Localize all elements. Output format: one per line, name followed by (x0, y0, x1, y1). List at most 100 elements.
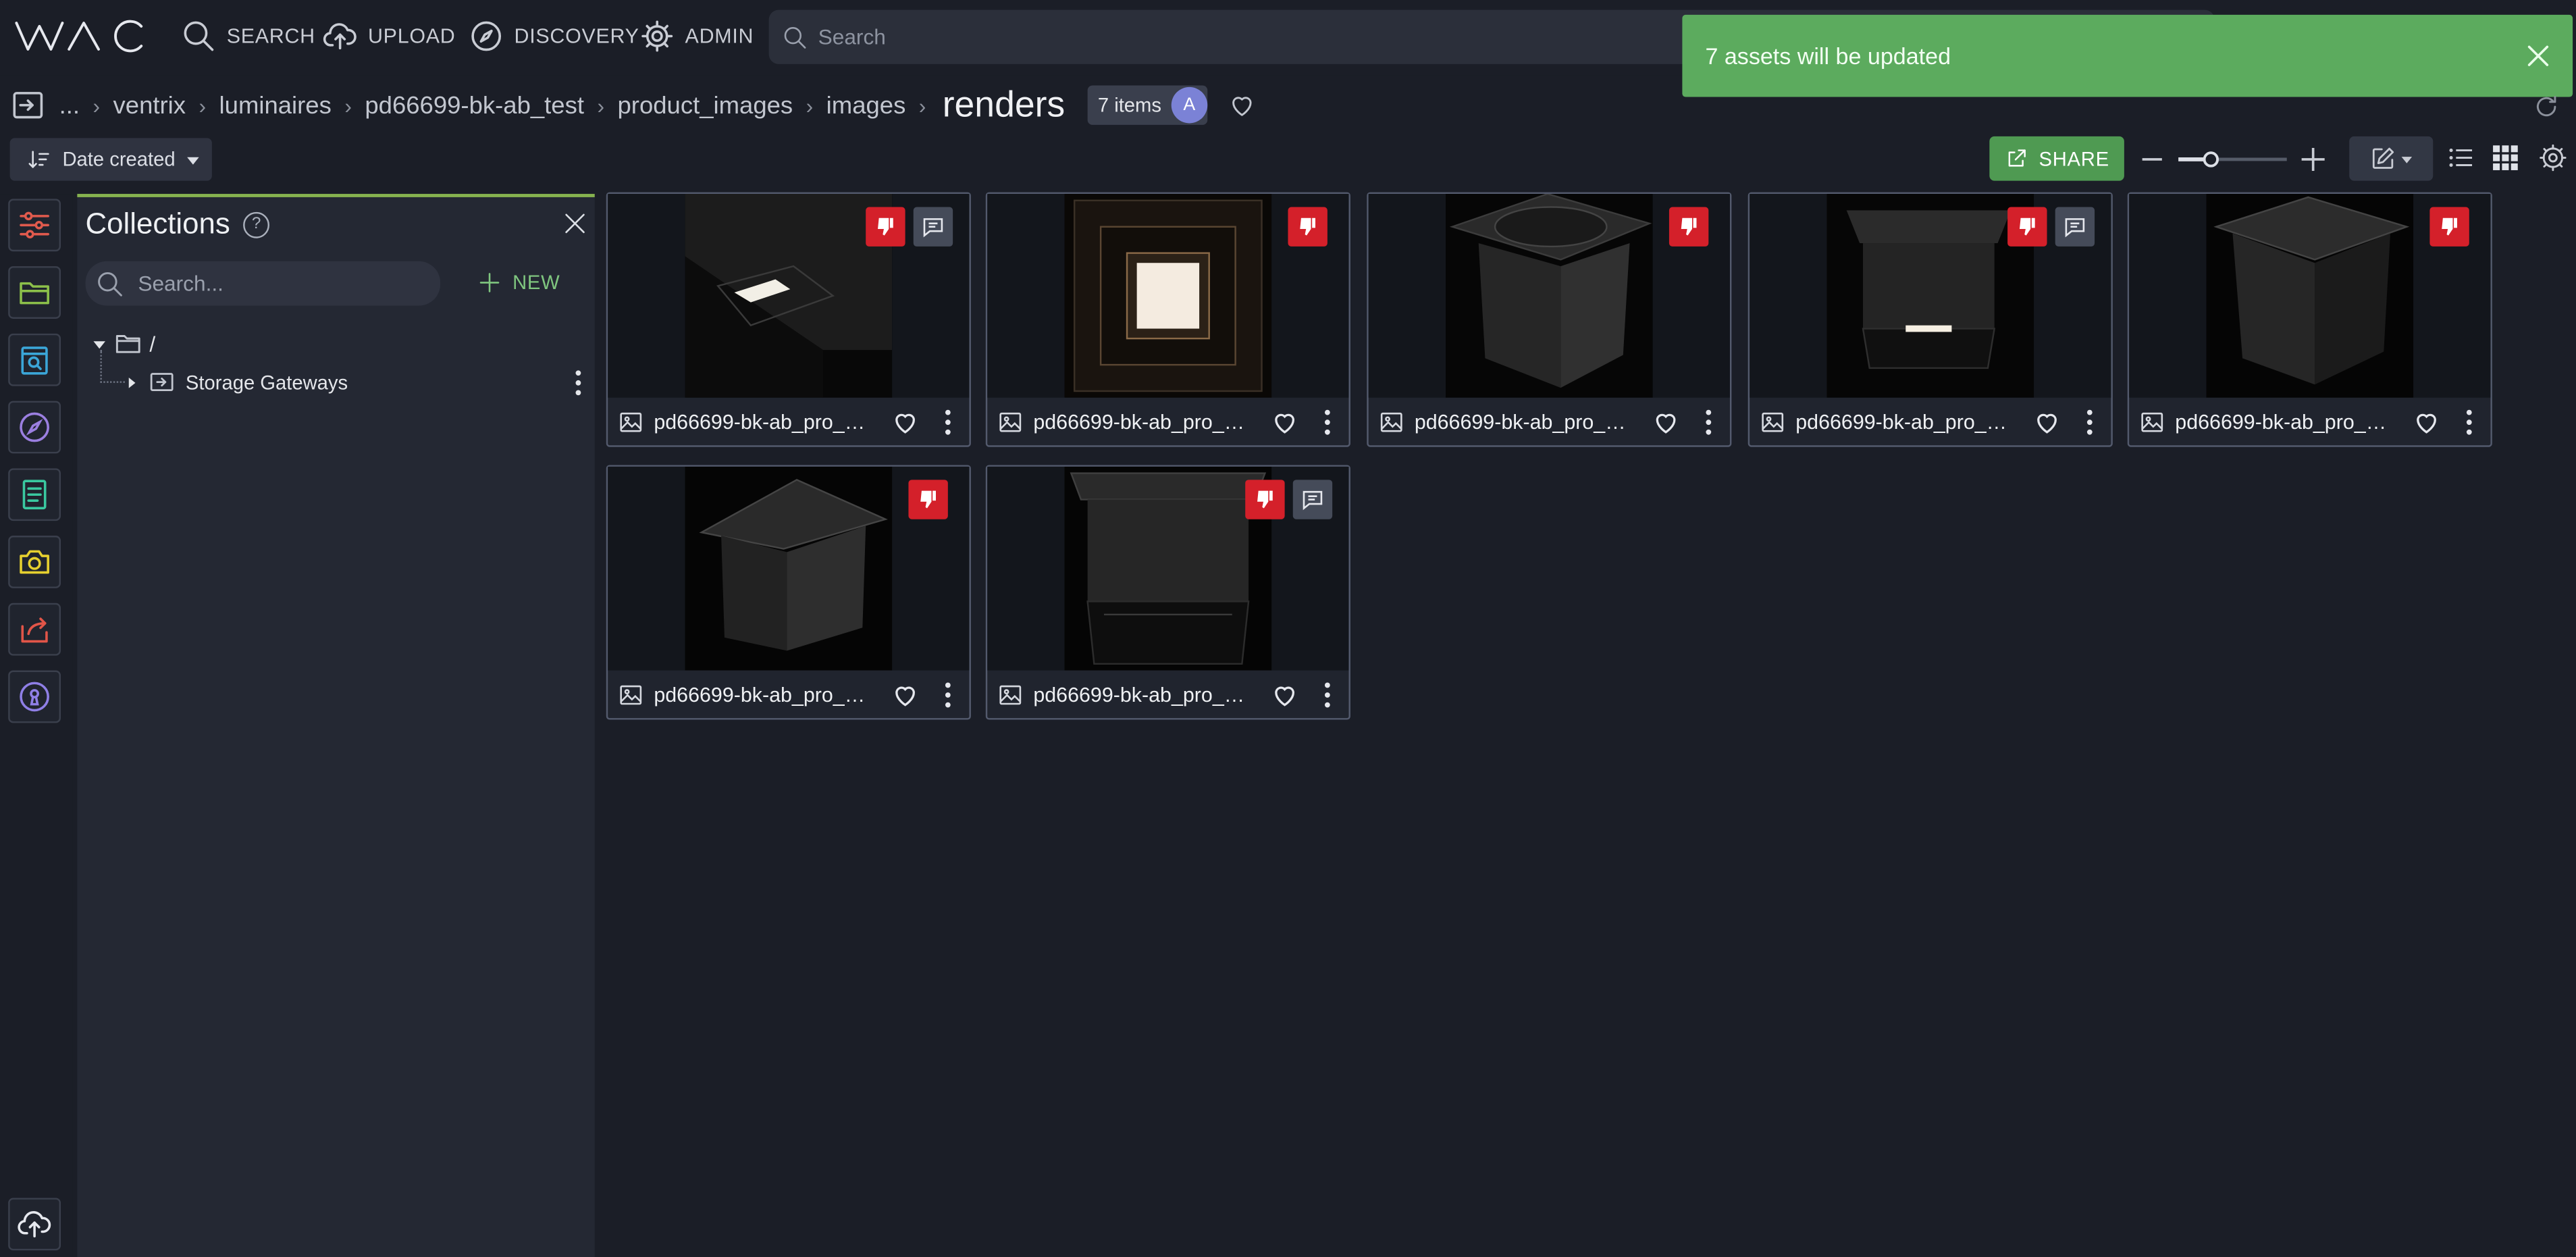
asset-thumbnail[interactable] (1750, 194, 2111, 398)
asset-thumbnail[interactable] (608, 194, 970, 398)
heart-icon[interactable] (1270, 407, 1300, 437)
asset-filename[interactable]: pd66699-bk-ab_pro_sc... (654, 683, 874, 706)
breadcrumb-ellipsis[interactable]: ... (59, 91, 80, 119)
asset-thumbnail[interactable] (1368, 194, 1730, 398)
nav-upload[interactable]: UPLOAD (322, 16, 456, 55)
asset-filename[interactable]: pd66699-bk-ab_pro_sc... (2175, 410, 2395, 433)
items-count-badge: 7 items A (1088, 85, 1208, 125)
search-icon (184, 21, 214, 51)
global-search-input[interactable] (818, 24, 1804, 49)
list-view-icon[interactable] (2446, 143, 2476, 173)
asset-filename[interactable]: pd66699-bk-ab_pro_sc... (1415, 410, 1635, 433)
heart-icon[interactable] (2412, 407, 2442, 437)
avatar[interactable]: A (1171, 86, 1208, 124)
rail-saved-search[interactable] (8, 333, 61, 386)
heart-icon[interactable] (1651, 407, 1681, 437)
asset-filename[interactable]: pd66699-bk-ab_pro_sc... (1033, 683, 1253, 706)
plus-icon (479, 273, 500, 292)
close-icon[interactable] (2520, 38, 2556, 74)
folder-enter-icon[interactable] (10, 87, 47, 124)
comment-icon[interactable] (913, 207, 953, 247)
grid-view-icon[interactable] (2490, 143, 2520, 173)
bulk-edit-dropdown[interactable] (2349, 136, 2434, 181)
breadcrumb-current: renders (942, 84, 1066, 125)
more-vertical-icon[interactable] (1324, 680, 1331, 710)
items-count: 7 items (1097, 93, 1161, 117)
new-collection-button[interactable]: NEW (477, 270, 560, 296)
breadcrumb-item[interactable]: pd66699-bk-ab_test (365, 91, 584, 119)
document-icon (22, 480, 47, 510)
upload-cloud-icon (323, 23, 357, 50)
asset-filename[interactable]: pd66699-bk-ab_pro_sc... (654, 410, 874, 433)
thumbs-down-icon[interactable] (2429, 207, 2469, 247)
caret-right-icon[interactable] (125, 376, 138, 388)
asset-card[interactable]: pd66699-bk-ab_pro_sc... (985, 465, 1350, 720)
more-vertical-icon[interactable] (1705, 407, 1712, 437)
tree-item-storage-gateways[interactable]: Storage Gateways (125, 368, 348, 396)
more-vertical-icon[interactable] (2466, 407, 2473, 437)
nav-discovery[interactable]: DISCOVERY (468, 16, 639, 55)
tree-root[interactable]: / (92, 329, 155, 359)
rail-discovery[interactable] (8, 401, 61, 454)
asset-thumbnail[interactable] (987, 194, 1349, 398)
cloud-sync-button[interactable] (8, 1198, 61, 1251)
asset-card[interactable]: pd66699-bk-ab_pro_sc... (1747, 192, 2113, 447)
asset-thumbnail[interactable] (987, 466, 1349, 671)
breadcrumb-item[interactable]: luminaires (219, 91, 332, 119)
caret-down-icon (186, 156, 199, 164)
chevron-right-icon: › (199, 93, 207, 118)
thumbs-down-icon[interactable] (1245, 480, 1285, 519)
breadcrumb-item[interactable]: images (826, 91, 906, 119)
rail-filters[interactable] (8, 199, 61, 252)
thumbs-down-icon[interactable] (2007, 207, 2047, 247)
thumbs-down-icon[interactable] (866, 207, 905, 247)
asset-card[interactable]: pd66699-bk-ab_pro_sc... (606, 192, 971, 447)
more-vertical-icon[interactable] (945, 680, 951, 710)
comment-icon[interactable] (2055, 207, 2095, 247)
folder-icon (115, 335, 140, 353)
breadcrumb-item[interactable]: ventrix (113, 91, 186, 119)
refresh-icon[interactable] (2531, 92, 2561, 122)
asset-preview-image (685, 466, 893, 671)
rail-share[interactable] (8, 602, 61, 656)
nav-admin-label: ADMIN (685, 24, 754, 48)
more-vertical-icon[interactable] (1324, 407, 1331, 437)
settings-gear-icon[interactable] (2538, 143, 2568, 173)
rail-camera[interactable] (8, 536, 61, 588)
help-icon[interactable]: ? (243, 211, 270, 238)
wac-logo[interactable] (13, 16, 144, 55)
collections-search[interactable]: Search... (85, 261, 441, 306)
thumbs-down-icon[interactable] (1668, 207, 1709, 247)
thumbs-down-icon[interactable] (908, 480, 948, 519)
heart-icon[interactable] (1227, 91, 1257, 120)
asset-filename[interactable]: pd66699-bk-ab_pro_sc... (1033, 410, 1253, 433)
compass-icon (471, 21, 502, 51)
asset-card[interactable]: pd66699-bk-ab_pro_sc... (2127, 192, 2492, 447)
more-vertical-icon[interactable] (575, 368, 582, 398)
share-button[interactable]: SHARE (1989, 136, 2124, 181)
more-vertical-icon[interactable] (945, 407, 951, 437)
zoom-control[interactable] (2139, 141, 2330, 178)
asset-card[interactable]: pd66699-bk-ab_pro_sc... (1367, 192, 1732, 447)
asset-thumbnail[interactable] (2129, 194, 2491, 398)
asset-card[interactable]: pd66699-bk-ab_pro_sc... (606, 465, 971, 720)
asset-card[interactable]: pd66699-bk-ab_pro_sc... (985, 192, 1350, 447)
heart-icon[interactable] (891, 680, 920, 710)
caret-down-icon[interactable] (92, 336, 107, 351)
heart-icon[interactable] (1270, 680, 1300, 710)
more-vertical-icon[interactable] (2086, 407, 2093, 437)
heart-icon[interactable] (2032, 407, 2062, 437)
heart-icon[interactable] (891, 407, 920, 437)
rail-vault[interactable] (8, 670, 61, 723)
rail-documents[interactable] (8, 468, 61, 521)
asset-filename[interactable]: pd66699-bk-ab_pro_sc... (1795, 410, 2016, 433)
asset-thumbnail[interactable] (608, 466, 970, 671)
breadcrumb-item[interactable]: product_images (618, 91, 793, 119)
rail-collections[interactable] (8, 266, 61, 319)
sort-dropdown[interactable]: Date created (9, 138, 212, 181)
thumbs-down-icon[interactable] (1288, 207, 1328, 247)
nav-search[interactable]: SEARCH (181, 16, 315, 55)
comment-icon[interactable] (1292, 480, 1333, 519)
close-icon[interactable] (562, 210, 588, 236)
nav-admin[interactable]: ADMIN (639, 16, 754, 55)
